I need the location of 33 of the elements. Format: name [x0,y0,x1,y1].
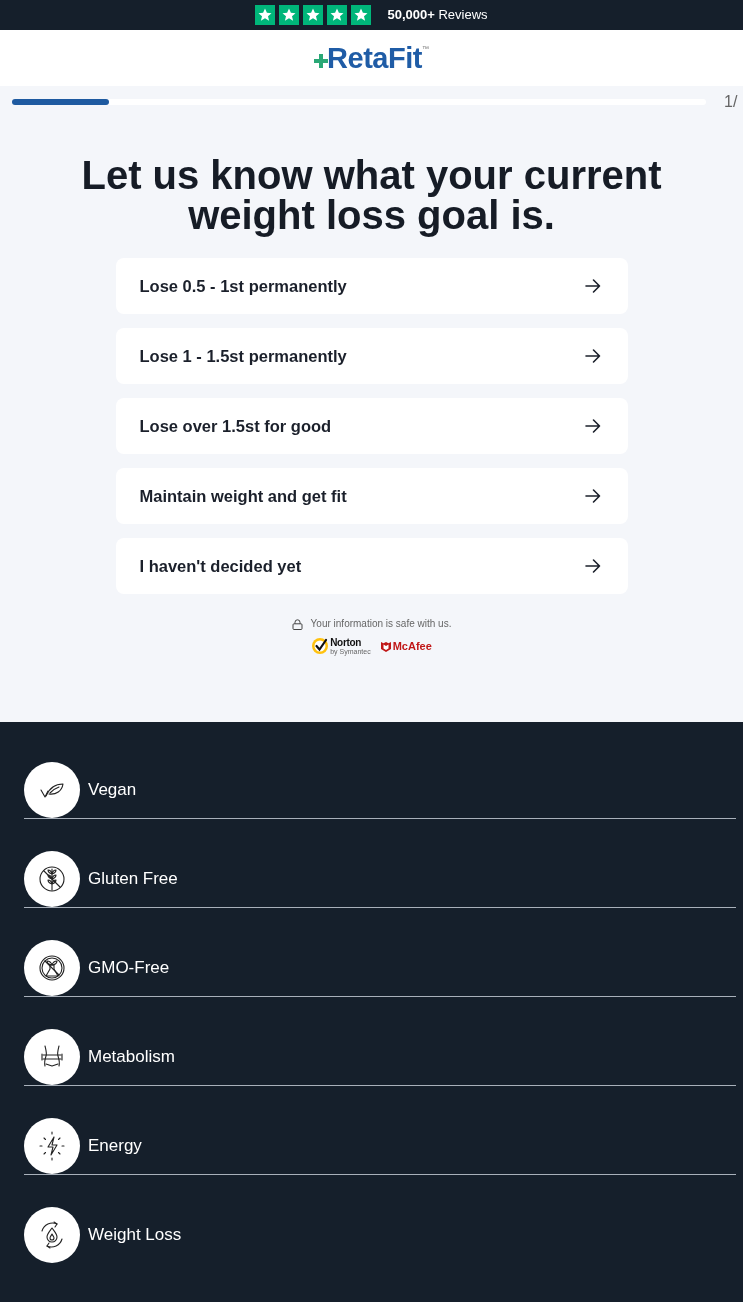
benefit-label: Gluten Free [88,868,178,891]
crossed-wheat-icon [24,851,80,907]
checkmark-seal-icon [311,637,330,655]
security-note: Your information is safe with us. [310,617,452,631]
step-counter: 1/ [724,94,738,110]
answer-option[interactable]: Lose 0.5 - 1st permanently [115,258,628,314]
arrow-icon [583,487,602,505]
badge-name: Norton [330,637,363,648]
waist-icon [24,1029,80,1085]
arrow-icon [583,277,602,295]
answer-option[interactable]: Maintain weight and get fit [115,468,628,524]
benefit-label: Weight Loss [88,1224,182,1247]
crossed-plant-icon [24,940,80,996]
question-heading: Let us know what your current weight loss goal is. [80,155,663,235]
shield-icon [380,640,391,652]
lock-icon [291,618,303,630]
arrow-icon [583,417,602,435]
leaf-check-icon [24,762,80,818]
answer-option[interactable]: Lose 1 - 1.5st permanently [115,328,628,384]
lightning-icon [24,1118,80,1174]
plus-icon [314,54,329,68]
badge-name: McAfee [392,640,432,652]
reviews-count: 50,000+ Reviews [387,6,488,25]
arrow-icon [583,557,602,575]
logo: RetaFit [327,43,422,73]
benefit-label: Energy [88,1135,142,1158]
arrow-icon [583,347,602,365]
answer-option[interactable]: Lose over 1.5st for good [115,398,628,454]
flame-arrows-icon [24,1207,80,1263]
benefit-label: GMO-Free [88,957,170,980]
benefit-label: Metabolism [88,1046,175,1069]
answer-option[interactable]: I haven't decided yet [115,538,628,594]
benefit-label: Vegan [88,779,137,802]
